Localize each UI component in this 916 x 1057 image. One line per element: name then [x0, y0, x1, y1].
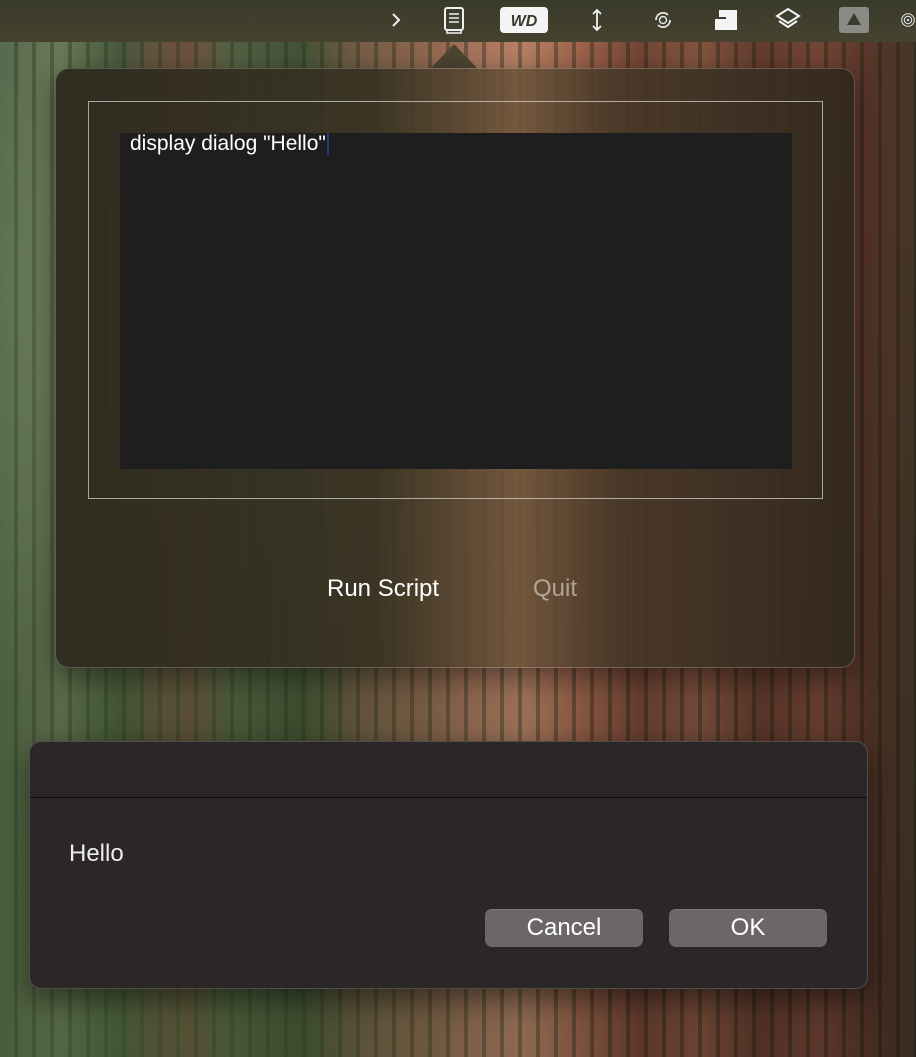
book-icon[interactable] — [441, 5, 467, 35]
script-text: display dialog "Hello" — [130, 132, 326, 155]
popover-arrow — [430, 44, 478, 69]
svg-text:WD: WD — [511, 13, 538, 30]
quit-button[interactable]: Quit — [533, 575, 577, 603]
layers-icon[interactable] — [773, 5, 803, 35]
chevron-right-icon[interactable] — [386, 5, 406, 35]
dialog-message: Hello — [69, 840, 124, 867]
wd-icon[interactable]: WD — [500, 5, 548, 35]
script-frame: display dialog "Hello" — [88, 101, 823, 499]
airdrop-icon[interactable] — [900, 5, 916, 35]
sync-icon[interactable] — [650, 5, 676, 35]
script-popover: display dialog "Hello" Run Script Quit — [55, 68, 855, 668]
squares-icon[interactable] — [712, 5, 740, 35]
run-script-button[interactable]: Run Script — [327, 575, 439, 603]
script-editor[interactable]: display dialog "Hello" — [120, 133, 792, 469]
alert-dialog: Hello Cancel OK — [29, 741, 868, 989]
dialog-titlebar[interactable] — [30, 742, 867, 798]
text-caret — [326, 133, 329, 155]
menu-bar: WD — [0, 0, 916, 42]
ok-button[interactable]: OK — [669, 909, 827, 947]
drive-icon[interactable] — [838, 5, 870, 35]
vertical-arrows-icon[interactable] — [588, 5, 606, 35]
cancel-button[interactable]: Cancel — [485, 909, 643, 947]
